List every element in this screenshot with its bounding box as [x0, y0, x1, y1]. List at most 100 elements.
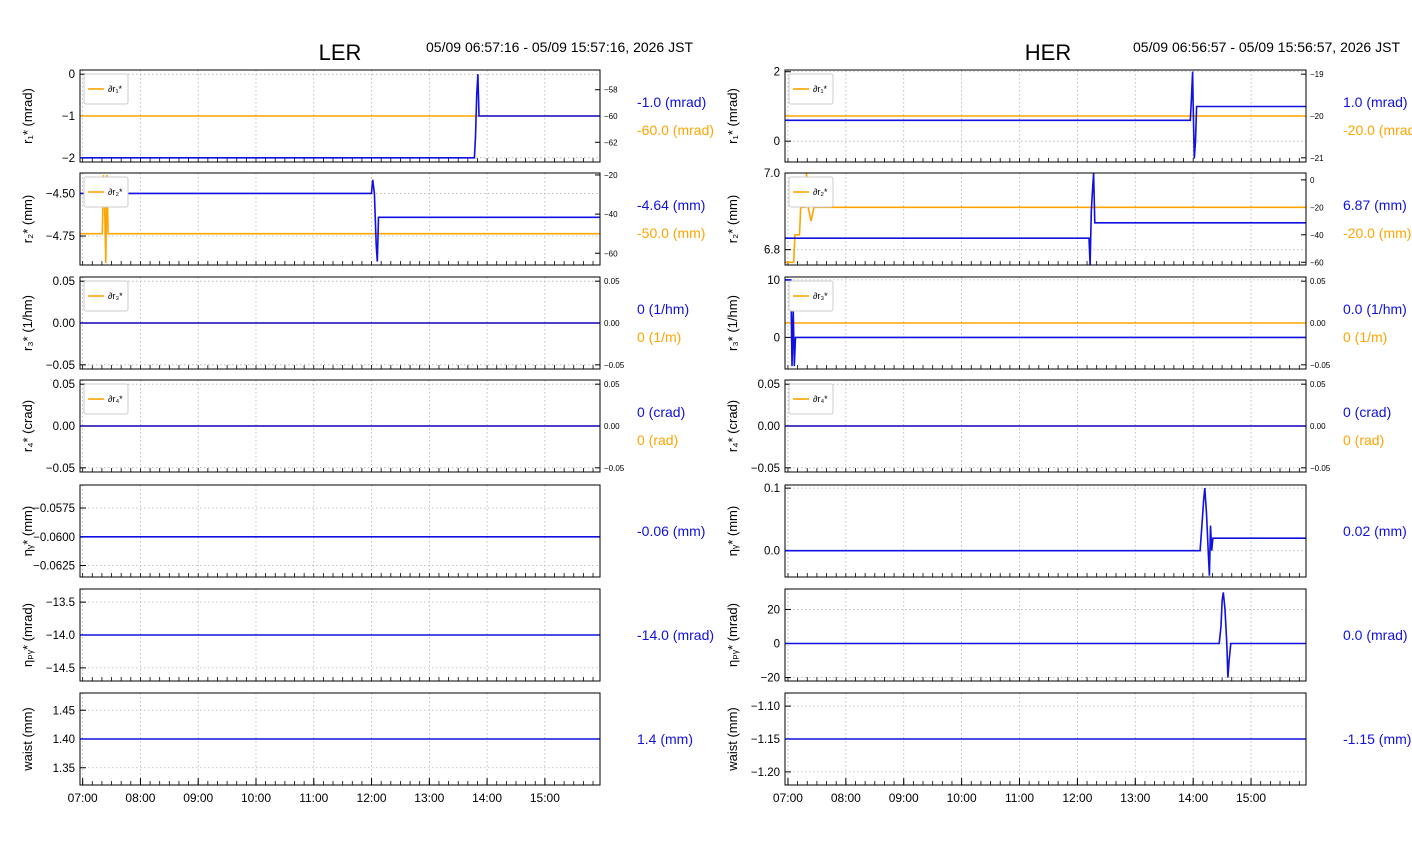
axes-frame — [784, 172, 1307, 266]
y-tick-label: 0.05 — [53, 276, 75, 288]
time-range: 05/09 06:56:57 - 05/09 15:56:57, 2026 JS… — [1133, 39, 1400, 55]
x-tick-label: 14:00 — [472, 791, 502, 805]
y-tick-label: 7.0 — [764, 168, 780, 180]
x-tick-label: 08:00 — [831, 791, 861, 805]
y-tick-label: 0 — [774, 332, 780, 344]
y-axis-label: ηₚᵧ* (mrad) — [20, 603, 35, 667]
x-tick-label: 15:00 — [530, 791, 560, 805]
legend-label: ∂r₄* — [813, 394, 828, 404]
y-tick-label: −1.20 — [751, 767, 780, 779]
y-tick-label: −1.10 — [751, 701, 780, 713]
y-axis-label: ηₚᵧ* (mrad) — [725, 603, 740, 667]
x-tick-label: 10:00 — [241, 791, 271, 805]
value-readout-primary: -4.64 (mm) — [637, 197, 705, 213]
value-readout-primary: 1.0 (mrad) — [1343, 94, 1408, 110]
x-tick-label: 15:00 — [1236, 791, 1266, 805]
y2-tick-label: 0.05 — [604, 277, 620, 286]
y-tick-label: 0.1 — [764, 483, 780, 495]
y2-tick-label: −60 — [1310, 258, 1324, 267]
y-tick-label: 0.05 — [53, 379, 75, 391]
value-readout-primary: 0 (crad) — [1343, 404, 1391, 420]
y2-tick-label: −20 — [1310, 203, 1324, 212]
legend-label: ∂r₃* — [108, 291, 123, 301]
time-range: 05/09 06:57:16 - 05/09 15:57:16, 2026 JS… — [426, 39, 693, 55]
y2-tick-label: 0.00 — [604, 422, 620, 431]
legend-label: ∂r₁* — [108, 84, 122, 94]
y2-tick-label: −0.05 — [604, 361, 625, 370]
y-tick-label: −4.75 — [46, 231, 75, 243]
y-tick-label: −0.05 — [46, 463, 75, 475]
y2-tick-label: 0.00 — [1310, 319, 1326, 328]
series-line-secondary — [80, 174, 600, 264]
y2-tick-label: 0.00 — [604, 319, 620, 328]
y-tick-label: −0.0625 — [33, 561, 75, 573]
value-readout-secondary: 0 (1/m) — [637, 329, 681, 345]
x-tick-label: 07:00 — [68, 791, 98, 805]
x-tick-label: 10:00 — [947, 791, 977, 805]
y-tick-label: −13.5 — [46, 597, 75, 609]
y2-tick-label: −40 — [604, 210, 618, 219]
x-tick-label: 11:00 — [1005, 791, 1034, 805]
value-readout-primary: 1.4 (mm) — [637, 731, 693, 747]
y-axis-label: r₄* (crad) — [20, 400, 35, 452]
value-readout-secondary: -60.0 (mrad) — [637, 122, 714, 138]
axes-frame — [79, 484, 601, 578]
y-tick-label: 0 — [774, 639, 780, 651]
x-tick-label: 09:00 — [183, 791, 213, 805]
value-readout-primary: -1.15 (mm) — [1343, 731, 1411, 747]
y2-tick-label: 0 — [1310, 176, 1315, 185]
y-tick-label: 10 — [767, 275, 780, 287]
y-axis-label: ηᵧ* (mm) — [725, 506, 740, 556]
y-axis-label: ηᵧ* (mm) — [20, 506, 35, 556]
y2-tick-label: −60 — [604, 112, 618, 121]
y-tick-label: 0.0 — [764, 546, 780, 558]
y2-tick-label: −19 — [1310, 70, 1324, 79]
value-readout-secondary: -20.0 (mm) — [1343, 225, 1411, 241]
y-tick-label: 0 — [69, 69, 75, 81]
y-tick-label: 1.35 — [53, 763, 75, 775]
y-tick-label: −1.15 — [751, 734, 780, 746]
series-line-secondary — [785, 172, 1306, 264]
y-axis-label: r₁* (mrad) — [20, 88, 35, 144]
y-tick-label: 0.00 — [53, 421, 75, 433]
x-tick-label: 07:00 — [773, 791, 803, 805]
legend-label: ∂r₂* — [813, 187, 828, 197]
axes-frame — [79, 172, 601, 266]
y2-tick-label: −20 — [1310, 112, 1324, 121]
y2-tick-label: −0.05 — [604, 464, 625, 473]
value-readout-primary: 0 (crad) — [637, 404, 685, 420]
y-axis-label: r₂* (mm) — [20, 195, 35, 243]
value-readout-primary: 6.87 (mm) — [1343, 197, 1407, 213]
y2-tick-label: −40 — [1310, 231, 1324, 240]
y2-tick-label: −0.05 — [1310, 361, 1331, 370]
y-tick-label: −1 — [62, 111, 75, 123]
y-tick-label: −0.05 — [751, 463, 780, 475]
value-readout-secondary: 0 (1/m) — [1343, 329, 1387, 345]
x-tick-label: 08:00 — [125, 791, 155, 805]
y2-tick-label: −21 — [1310, 154, 1324, 163]
panel-title: LER — [319, 40, 362, 65]
y-tick-label: 0 — [774, 136, 780, 148]
value-readout-primary: 0.0 (1/hm) — [1343, 301, 1407, 317]
value-readout-secondary: 0 (rad) — [1343, 432, 1384, 448]
x-tick-label: 09:00 — [889, 791, 919, 805]
y-axis-label: waist (mm) — [20, 707, 35, 772]
y-tick-label: 2 — [774, 67, 780, 79]
x-tick-label: 12:00 — [357, 791, 387, 805]
panel-title: HER — [1025, 40, 1071, 65]
x-tick-label: 14:00 — [1178, 791, 1208, 805]
legend-label: ∂r₄* — [108, 394, 123, 404]
y-tick-label: 6.8 — [764, 245, 780, 257]
y-tick-label: −20 — [760, 673, 780, 685]
y-tick-label: 1.45 — [53, 705, 75, 717]
value-readout-primary: -0.06 (mm) — [637, 523, 705, 539]
x-tick-label: 12:00 — [1062, 791, 1092, 805]
y2-tick-label: 0.00 — [1310, 422, 1326, 431]
legend-label: ∂r₂* — [108, 187, 123, 197]
legend-label: ∂r₃* — [813, 291, 828, 301]
series-line-primary — [785, 172, 1306, 266]
y-tick-label: 0.05 — [758, 379, 780, 391]
y-axis-label: r₂* (mm) — [725, 195, 740, 243]
y2-tick-label: −58 — [604, 86, 618, 95]
value-readout-primary: -14.0 (mrad) — [637, 627, 714, 643]
